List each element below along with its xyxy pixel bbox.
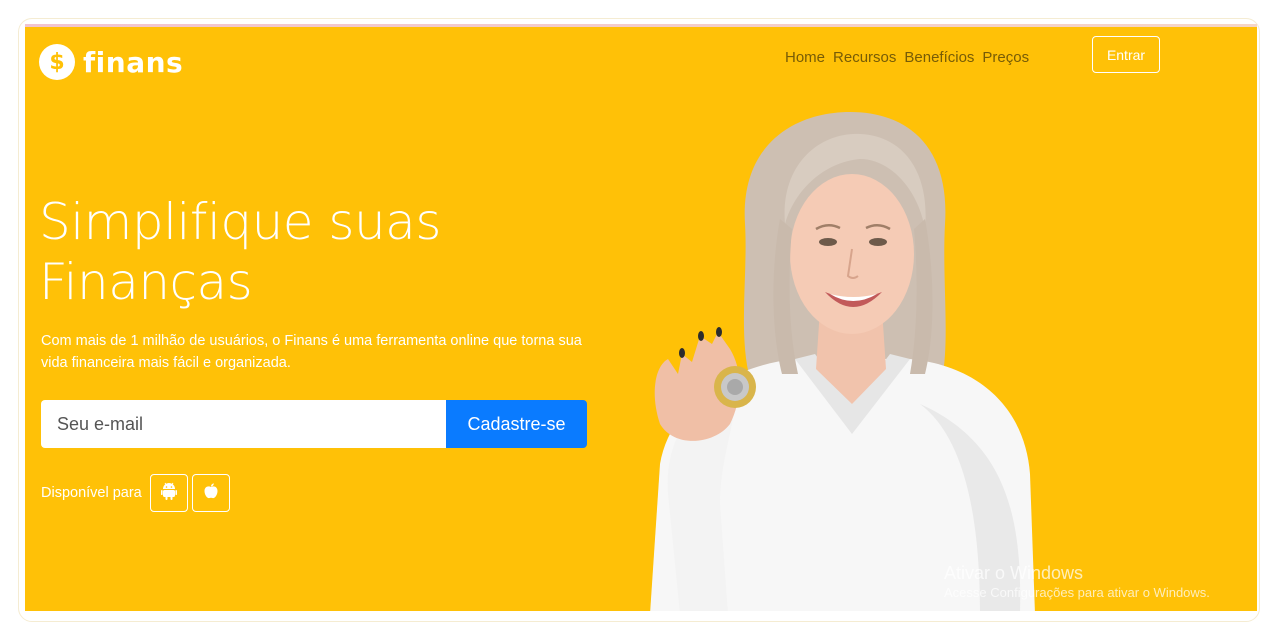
nav-link-recursos[interactable]: Recursos [833,48,896,68]
signup-button[interactable]: Cadastre-se [446,400,587,448]
hero-photo [620,104,1040,611]
hero-headline: Simplifique suas Finanças [39,192,599,312]
available-label: Disponível para [41,485,142,501]
watermark-subtitle: Acesse Configurações para ativar o Windo… [944,585,1210,600]
apple-icon [204,483,218,503]
android-icon [160,482,177,504]
headline-line-1: Simplifique suas [39,193,441,251]
dollar-icon: $ [39,44,75,80]
nav-link-beneficios[interactable]: Benefícios [904,48,974,68]
hero-subtitle: Com mais de 1 milhão de usuários, o Fina… [41,333,582,371]
watermark-title: Ativar o Windows [944,563,1084,583]
login-button[interactable]: Entrar [1092,36,1160,73]
windows-activation-watermark: Ativar o Windows Acesse Configurações pa… [944,562,1210,602]
apple-button[interactable] [191,474,230,512]
top-accent-line [25,24,1257,27]
brand-logo[interactable]: $ finans [39,44,183,80]
main-nav: Home Recursos Benefícios Preços [785,48,1029,68]
email-input[interactable] [41,400,446,448]
headline-line-2: Finanças [39,253,253,311]
nav-link-precos[interactable]: Preços [982,48,1029,68]
signup-form: Cadastre-se [41,400,587,448]
available-platforms: Disponível para [41,474,230,512]
brand-name: finans [83,45,184,79]
hero-section: $ finans Home Recursos Benefícios Preços… [25,24,1257,611]
android-button[interactable] [149,474,188,512]
nav-link-home[interactable]: Home [785,48,825,68]
